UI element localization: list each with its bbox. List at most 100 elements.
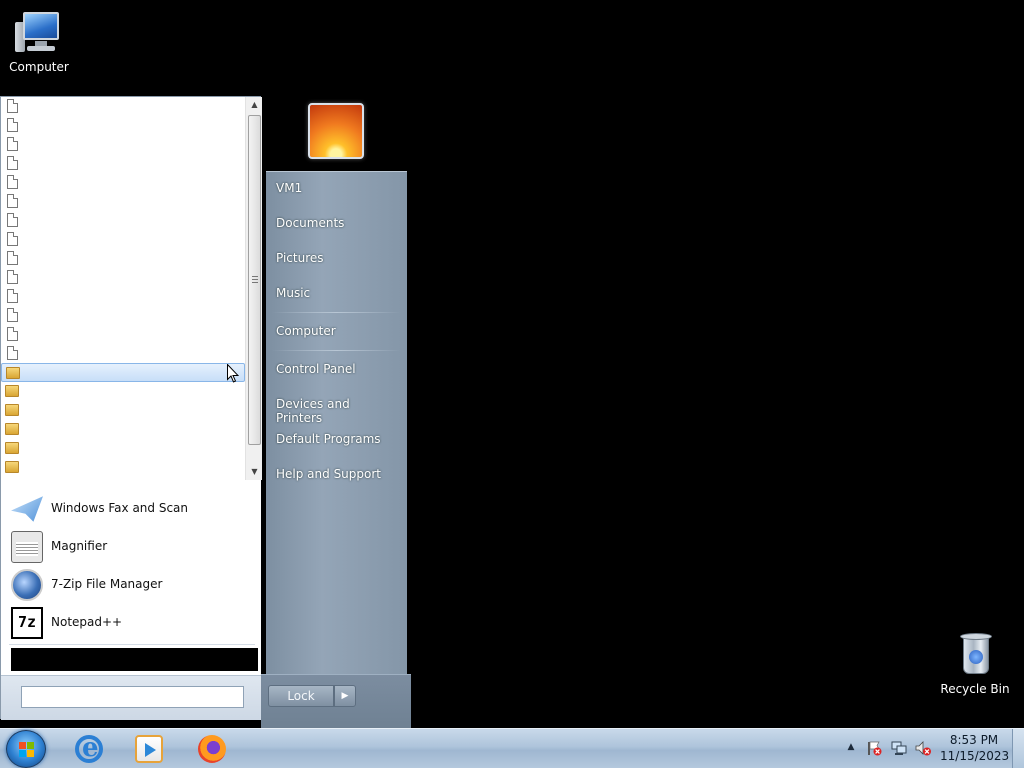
folder-icon (6, 367, 20, 379)
right-item-user[interactable]: VM1 (270, 173, 403, 203)
clock[interactable]: 8:53 PM 11/15/2023 (940, 732, 1010, 764)
file-icon (7, 194, 18, 208)
7zip-icon (11, 569, 43, 601)
right-item-computer[interactable]: Computer (270, 316, 403, 346)
program-file-row[interactable] (1, 249, 245, 268)
shutdown-options-arrow-icon[interactable]: ▶ (334, 685, 356, 707)
file-icon (7, 346, 18, 360)
left-pane-separator (9, 644, 255, 645)
desktop-icon-label: Computer (9, 60, 69, 74)
program-file-row[interactable] (1, 344, 245, 363)
notepad-plus-plus-icon: 7z (11, 607, 43, 639)
pinned-app-notepad-plus-plus[interactable]: 7z Notepad++ (9, 605, 254, 641)
program-file-row[interactable] (1, 306, 245, 325)
start-button[interactable] (6, 730, 46, 768)
internet-explorer-icon (75, 733, 103, 763)
file-icon (7, 327, 18, 341)
media-player-icon (135, 735, 163, 763)
folder-icon (5, 385, 19, 397)
folder-icon (5, 461, 19, 473)
program-file-row[interactable] (1, 154, 245, 173)
start-menu: ▲ ▼ Windows Fax and Scan Magnifier 7-Zip… (0, 96, 411, 728)
pinned-app-label: Magnifier (51, 539, 108, 553)
scroll-thumb[interactable] (248, 115, 261, 445)
lock-button[interactable]: Lock (268, 685, 334, 707)
taskbar-app-media-player[interactable] (124, 732, 174, 766)
file-icon (7, 99, 18, 113)
search-input[interactable] (21, 686, 244, 708)
file-icon (7, 232, 18, 246)
start-menu-right-pane: VM1 Documents Pictures Music Computer Co… (266, 171, 407, 676)
volume-muted-icon[interactable] (915, 740, 931, 756)
all-programs-button[interactable] (11, 648, 258, 671)
scroll-grip-icon (252, 276, 258, 283)
file-icon (7, 213, 18, 227)
program-folder-row[interactable] (1, 458, 245, 477)
program-file-row[interactable] (1, 173, 245, 192)
right-item-pictures[interactable]: Pictures (270, 243, 403, 273)
clock-time: 8:53 PM (949, 733, 999, 747)
clock-date: 11/15/2023 (940, 749, 1010, 763)
folder-icon (5, 423, 19, 435)
firefox-icon (198, 735, 226, 763)
program-folder-row[interactable] (1, 401, 245, 420)
user-picture[interactable] (308, 103, 364, 159)
right-item-music[interactable]: Music (270, 278, 403, 308)
file-icon (7, 308, 18, 322)
right-item-help-and-support[interactable]: Help and Support (270, 459, 403, 489)
pinned-app-7zip[interactable]: 7-Zip File Manager (9, 567, 254, 603)
right-pane-separator (272, 350, 401, 351)
program-file-row[interactable] (1, 97, 245, 116)
program-file-row[interactable] (1, 116, 245, 135)
search-area (1, 675, 261, 720)
computer-icon (15, 8, 63, 56)
all-programs-list (1, 97, 261, 480)
desktop-icon-computer[interactable]: Computer (1, 8, 77, 74)
program-folder-row[interactable] (1, 420, 245, 439)
folder-icon (5, 442, 19, 454)
magnifier-icon (11, 531, 43, 563)
file-icon (7, 156, 18, 170)
action-center-flag-icon[interactable] (866, 740, 882, 756)
taskbar-app-internet-explorer[interactable] (64, 732, 114, 766)
mouse-cursor-icon (227, 364, 239, 383)
program-file-row[interactable] (1, 230, 245, 249)
show-desktop-button[interactable] (1012, 729, 1024, 768)
programs-scrollbar[interactable]: ▲ ▼ (245, 97, 262, 480)
right-item-control-panel[interactable]: Control Panel (270, 354, 403, 384)
windows-logo-icon (19, 742, 35, 758)
program-folder-row[interactable] (1, 363, 245, 382)
desktop-icon-recycle-bin[interactable]: Recycle Bin (937, 630, 1013, 696)
program-file-row[interactable] (1, 135, 245, 154)
pinned-app-fax-and-scan[interactable]: Windows Fax and Scan (9, 491, 254, 527)
pinned-app-label: Windows Fax and Scan (51, 501, 189, 515)
folder-icon (5, 404, 19, 416)
file-icon (7, 289, 18, 303)
pinned-app-label: 7-Zip File Manager (51, 577, 163, 591)
taskbar-app-firefox[interactable] (187, 732, 237, 766)
program-file-row[interactable] (1, 287, 245, 306)
program-folder-row[interactable] (1, 382, 245, 401)
program-file-row[interactable] (1, 211, 245, 230)
program-file-row[interactable] (1, 325, 245, 344)
scroll-up-arrow-icon[interactable]: ▲ (246, 97, 263, 113)
start-menu-left-pane: ▲ ▼ Windows Fax and Scan Magnifier 7-Zip… (0, 96, 262, 720)
right-item-documents[interactable]: Documents (270, 208, 403, 238)
program-folder-row[interactable] (1, 439, 245, 458)
program-file-row[interactable] (1, 192, 245, 211)
file-icon (7, 118, 18, 132)
network-icon[interactable] (891, 740, 907, 756)
desktop-icon-label: Recycle Bin (940, 682, 1010, 696)
right-item-default-programs[interactable]: Default Programs (270, 424, 403, 454)
pinned-app-magnifier[interactable]: Magnifier (9, 529, 254, 565)
right-item-devices-and-printers[interactable]: Devices and Printers (270, 389, 403, 425)
file-icon (7, 175, 18, 189)
pinned-app-label: Notepad++ (51, 615, 123, 629)
file-icon (7, 270, 18, 284)
file-icon (7, 137, 18, 151)
fax-icon (11, 496, 43, 522)
show-hidden-icons-arrow-icon[interactable]: ▲ (845, 741, 857, 753)
program-file-row[interactable] (1, 268, 245, 287)
scroll-down-arrow-icon[interactable]: ▼ (246, 464, 263, 480)
right-pane-separator (272, 312, 401, 313)
